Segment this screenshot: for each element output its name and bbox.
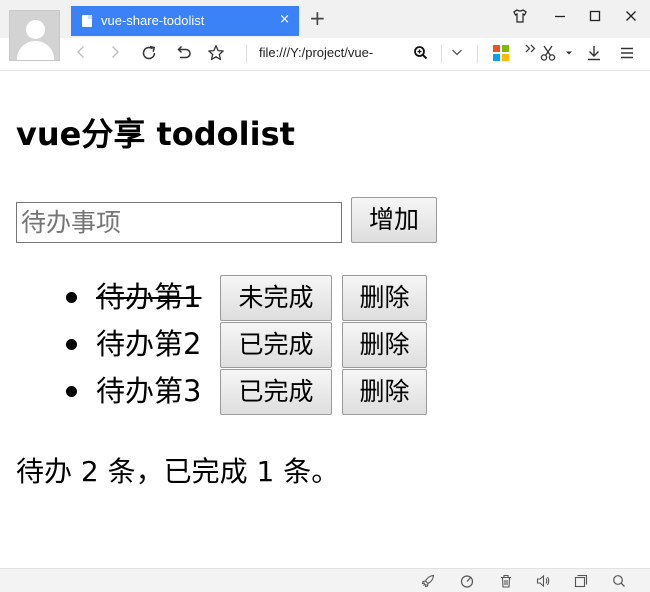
star-icon[interactable]	[206, 44, 226, 64]
toggle-status-button[interactable]: 已完成	[220, 322, 332, 368]
zoom-icon[interactable]	[412, 44, 430, 62]
apps-icon[interactable]	[493, 45, 509, 61]
forward-icon[interactable]	[105, 44, 125, 64]
delete-button[interactable]: 删除	[342, 369, 427, 415]
delete-button[interactable]: 删除	[342, 322, 427, 368]
todo-summary: 待办 2 条，已完成 1 条。	[16, 455, 340, 488]
caret-down-icon[interactable]	[559, 46, 579, 66]
reload-icon[interactable]	[139, 44, 159, 64]
browser-window: vue-share-todolist × + file:///Y:/projec…	[0, 0, 650, 592]
list-bullet	[66, 292, 77, 303]
todo-text: 待办第3	[96, 374, 202, 408]
toolbar-divider	[246, 45, 247, 63]
todo-text: 待办第1	[96, 280, 202, 314]
apps-tile	[502, 45, 509, 52]
close-icon[interactable]	[621, 8, 641, 28]
todo-item: 待办第3 已完成 删除	[0, 369, 650, 416]
chevron-down-icon[interactable]	[450, 45, 464, 62]
avatar-head	[26, 20, 45, 39]
maximize-icon[interactable]	[585, 8, 605, 28]
toggle-status-button[interactable]: 未完成	[220, 275, 332, 321]
undo-icon[interactable]	[173, 44, 193, 64]
todo-text: 待办第2	[96, 327, 202, 361]
address-text[interactable]: file:///Y:/project/vue-	[259, 45, 405, 60]
speed-icon[interactable]	[459, 573, 475, 589]
active-tab[interactable]: vue-share-todolist ×	[71, 6, 299, 36]
add-button[interactable]: 增加	[351, 197, 437, 243]
trash-icon[interactable]	[498, 573, 514, 589]
todo-input[interactable]	[16, 202, 342, 243]
list-bullet	[66, 339, 77, 350]
page-content: vue分享 todolist 增加 待办第1 未完成 删除 待办第2 已完成 删…	[0, 72, 650, 568]
tab-close-button[interactable]: ×	[279, 12, 290, 27]
search-icon[interactable]	[611, 573, 627, 589]
menu-icon[interactable]	[617, 44, 637, 64]
apps-tile	[502, 54, 509, 61]
apps-tile	[493, 45, 500, 52]
todo-item: 待办第2 已完成 删除	[0, 322, 650, 369]
speaker-icon[interactable]	[535, 573, 551, 589]
toolbar-divider	[477, 45, 478, 63]
status-bar	[0, 568, 650, 592]
back-icon[interactable]	[71, 44, 91, 64]
toggle-status-button[interactable]: 已完成	[220, 369, 332, 415]
list-bullet	[66, 386, 77, 397]
page-title: vue分享 todolist	[16, 115, 295, 153]
download-icon[interactable]	[584, 44, 604, 64]
minimize-icon[interactable]	[550, 8, 570, 28]
document-icon	[82, 15, 92, 27]
user-avatar[interactable]	[9, 10, 60, 61]
shirt-icon[interactable]	[510, 8, 530, 28]
scissors-icon[interactable]	[538, 44, 558, 64]
delete-button[interactable]: 删除	[342, 275, 427, 321]
rocket-icon[interactable]	[420, 573, 436, 589]
window-icon[interactable]	[573, 573, 589, 589]
avatar-shoulders	[17, 41, 54, 60]
toolbar-divider	[441, 45, 442, 63]
todo-item: 待办第1 未完成 删除	[0, 275, 650, 322]
new-tab-button[interactable]: +	[309, 8, 326, 28]
tab-title: vue-share-todolist	[101, 13, 205, 28]
apps-tile	[493, 54, 500, 61]
